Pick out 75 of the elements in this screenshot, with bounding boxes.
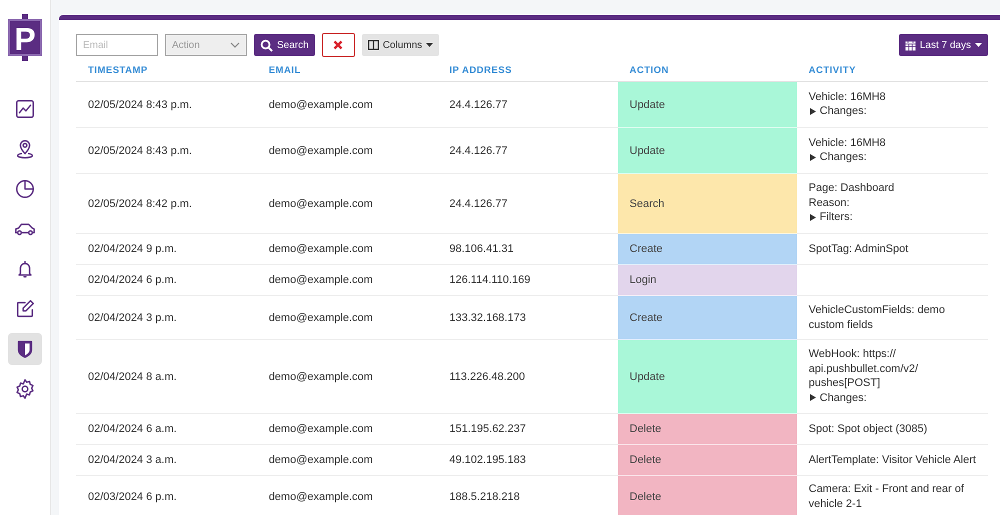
close-icon xyxy=(333,40,344,50)
pie-chart-icon xyxy=(14,178,36,200)
triangle-right-icon xyxy=(810,108,816,115)
triangle-right-icon xyxy=(810,214,816,222)
changes-toggle[interactable]: Changes: xyxy=(808,150,867,165)
table-cell: 126.114.110.169 xyxy=(437,264,618,296)
table-cell: 02/05/2024 8:42 p.m. xyxy=(76,174,257,234)
caret-icon xyxy=(975,43,982,47)
table-cell: 02/05/2024 8:43 p.m. xyxy=(76,82,257,128)
table-cell: 49.102.195.183 xyxy=(437,444,618,476)
table-cell: 02/04/2024 6 p.m. xyxy=(76,264,257,296)
logo: P xyxy=(8,14,42,61)
activity-text: SpotTag: AdminSpot xyxy=(808,242,908,255)
changes-toggle[interactable]: Filters: xyxy=(808,210,853,225)
activity-text: Vehicle: 16MH8 xyxy=(808,136,886,149)
search-icon xyxy=(260,38,273,52)
triangle-right-icon xyxy=(810,154,816,161)
calendar-icon xyxy=(904,40,916,50)
action-cell: Create xyxy=(618,296,797,340)
table-cell: 02/05/2024 8:43 p.m. xyxy=(76,128,257,174)
table-cell: 02/04/2024 9 p.m. xyxy=(76,234,257,264)
activity-text: Page: Dashboard xyxy=(808,182,894,194)
search-button[interactable]: Search xyxy=(254,34,315,56)
table-cell: demo@example.com xyxy=(256,340,438,414)
table-cell: demo@example.com xyxy=(256,264,438,296)
columns-icon xyxy=(368,40,379,50)
activity-text: Reason: xyxy=(808,196,850,209)
columns-button[interactable]: Columns xyxy=(362,34,440,56)
triangle-right-icon xyxy=(810,394,816,402)
action-cell: Create xyxy=(618,234,797,264)
table-cell: demo@example.com xyxy=(256,82,438,128)
action-cell: Delete xyxy=(618,476,797,515)
action-cell: Update xyxy=(618,340,797,414)
caret-icon xyxy=(426,43,434,47)
date-range-button[interactable]: Last 7 days xyxy=(898,34,988,56)
action-cell: Update xyxy=(618,82,797,128)
table-cell: demo@example.com xyxy=(256,296,438,340)
activity-text: pushes[POST] xyxy=(808,377,880,390)
table-cell: 151.195.62.237 xyxy=(437,414,618,444)
action-cell: Search xyxy=(618,174,797,234)
activity-text: AlertTemplate: Visitor Vehicle Alert xyxy=(808,454,976,466)
table-cell: demo@example.com xyxy=(256,444,438,476)
sidebar-item[interactable] xyxy=(8,333,42,365)
activity-text: Camera: Exit - Front and rear of xyxy=(808,483,964,495)
table-cell: demo@example.com xyxy=(256,234,438,264)
activity-text: custom fields xyxy=(808,318,873,330)
activity-text: api.pushbullet.com/v2/ xyxy=(808,362,918,375)
email-field[interactable]: Email xyxy=(76,34,158,56)
action-cell: Delete xyxy=(618,414,797,444)
table-cell: 98.106.41.31 xyxy=(437,234,618,264)
chart-icon xyxy=(14,98,36,120)
table-cell: demo@example.com xyxy=(256,174,438,234)
action-cell: Delete xyxy=(618,444,797,476)
activity-text: Spot: Spot object (3085) xyxy=(808,422,928,435)
table-cell: demo@example.com xyxy=(256,414,438,444)
edit-icon xyxy=(14,298,36,320)
activity-text: VehicleCustomFields: demo xyxy=(808,304,945,316)
table-cell: 02/04/2024 8 a.m. xyxy=(76,340,257,414)
table-cell: demo@example.com xyxy=(256,476,438,515)
chevron-down-icon xyxy=(230,42,240,48)
activity-text: Vehicle: 16MH8 xyxy=(808,90,886,103)
activity-text: WebHook: https:// xyxy=(808,348,896,360)
map-pin-icon xyxy=(14,138,36,160)
settings-icon xyxy=(14,378,36,400)
changes-toggle[interactable]: Changes: xyxy=(808,390,867,406)
action-cell: Login xyxy=(618,264,797,296)
table-cell: 02/04/2024 6 a.m. xyxy=(76,414,257,444)
action-cell: Update xyxy=(618,128,797,174)
clear-button[interactable] xyxy=(322,33,355,57)
table-cell: 02/04/2024 3 a.m. xyxy=(76,444,257,476)
table-cell: 02/03/2024 6 p.m. xyxy=(76,476,257,515)
activity-text: vehicle 2-1 xyxy=(808,498,862,510)
table-cell: demo@example.com xyxy=(256,128,438,174)
changes-toggle[interactable]: Changes: xyxy=(808,104,867,119)
table-cell: 02/04/2024 3 p.m. xyxy=(76,296,257,340)
